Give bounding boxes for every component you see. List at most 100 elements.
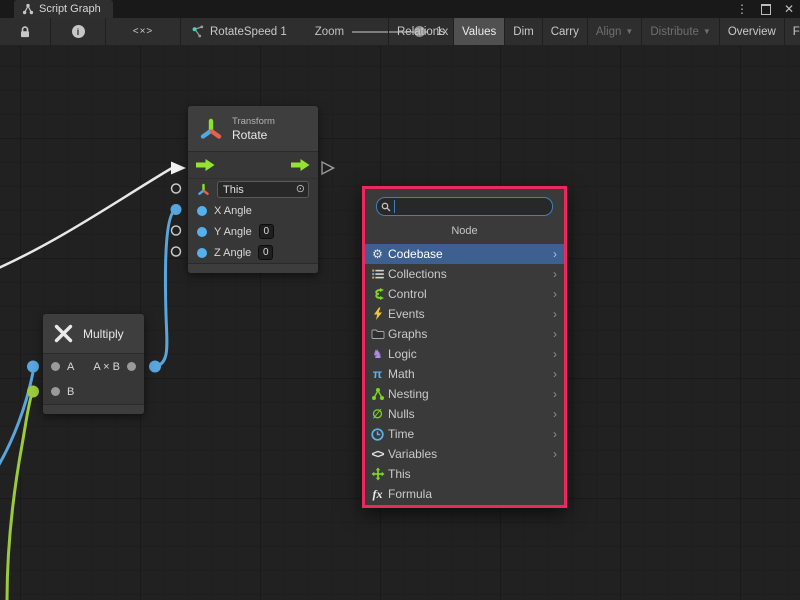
port-y-angle-ring[interactable] <box>172 226 181 235</box>
fuzzy-finder-popup: Node ⚙ Codebase › Collections › <box>362 186 567 508</box>
finder-item-collections[interactable]: Collections › <box>365 264 564 284</box>
info-icon: i <box>72 25 85 38</box>
node-header: Transform Rotate <box>188 106 318 152</box>
finder-item-this[interactable]: This <box>365 464 564 484</box>
node-header: Multiply <box>43 314 144 354</box>
info-button[interactable]: i <box>51 18 105 45</box>
z-angle-label: Z Angle <box>214 247 251 259</box>
dim-button[interactable]: Dim <box>505 18 541 45</box>
finder-item-control[interactable]: Control › <box>365 284 564 304</box>
flow-in-arrow-icon[interactable] <box>196 159 215 171</box>
finder-item-formula[interactable]: fx Formula <box>365 484 564 504</box>
port-z-angle-ring[interactable] <box>172 247 181 256</box>
this-object-field[interactable]: This ⊙ <box>217 181 309 198</box>
x-angle-port-icon[interactable] <box>197 206 207 216</box>
maximize-icon[interactable] <box>761 4 771 15</box>
window-controls: ⋮ ✕ <box>736 0 794 18</box>
code-icon: <×> <box>133 26 154 37</box>
input-a-port-icon[interactable] <box>51 362 60 371</box>
kebab-menu-icon[interactable]: ⋮ <box>736 3 748 15</box>
lock-icon <box>18 25 32 39</box>
move-arrows-icon <box>369 467 386 481</box>
search-input[interactable] <box>395 199 552 214</box>
finder-item-time[interactable]: Time › <box>365 424 564 444</box>
y-angle-value-field[interactable]: 0 <box>259 224 274 239</box>
chevron-right-icon: › <box>549 247 561 261</box>
object-picker-icon[interactable]: ⊙ <box>296 184 305 195</box>
finder-item-codebase[interactable]: ⚙ Codebase › <box>365 244 564 264</box>
flow-out-arrow-icon[interactable] <box>291 159 310 171</box>
gear-icon: ⚙ <box>369 247 386 261</box>
fullscreen-button[interactable]: Full Screen <box>785 18 800 45</box>
value-wire-into-a <box>0 372 33 473</box>
chevron-right-icon: › <box>549 287 561 301</box>
y-angle-port-icon[interactable] <box>197 227 207 237</box>
relations-button[interactable]: Relations <box>389 18 453 45</box>
node-multiply[interactable]: Multiply A A × B B <box>43 314 144 414</box>
node-footer <box>188 263 318 273</box>
flow-wire-arrowhead <box>171 162 186 175</box>
tab-strip: Script Graph ⋮ ✕ <box>0 0 800 18</box>
value-wire-multiply-to-xangle <box>155 210 175 367</box>
z-angle-value-field[interactable]: 0 <box>258 245 273 260</box>
branch-icon <box>369 287 386 301</box>
input-a-label: A <box>67 361 74 373</box>
port-row-b: B <box>43 379 144 404</box>
output-label: A × B <box>93 361 120 373</box>
fx-icon: fx <box>369 487 386 502</box>
null-icon: ∅ <box>369 407 386 421</box>
edit-code-button[interactable]: <×> <box>106 18 180 45</box>
wire-endpoint <box>149 361 161 373</box>
script-machine-icon <box>191 25 204 38</box>
graph-icon <box>22 3 34 15</box>
input-b-label: B <box>67 386 74 398</box>
chevron-down-icon: ▼ <box>625 27 633 36</box>
node-category: Transform <box>232 116 275 128</box>
graph-breadcrumb[interactable]: RotateSpeed 1 <box>191 18 287 45</box>
overview-button[interactable]: Overview <box>720 18 784 45</box>
close-icon[interactable]: ✕ <box>784 3 794 15</box>
chevron-right-icon: › <box>549 347 561 361</box>
finder-item-nulls[interactable]: ∅ Nulls › <box>365 404 564 424</box>
tab-title: Script Graph <box>39 3 101 15</box>
finder-item-math[interactable]: π Math › <box>365 364 564 384</box>
node-footer <box>43 404 144 414</box>
node-title: Rotate <box>232 128 275 142</box>
finder-item-graphs[interactable]: Graphs › <box>365 324 564 344</box>
tab-script-graph[interactable]: Script Graph <box>14 0 113 18</box>
port-x-angle-connected[interactable] <box>171 204 182 215</box>
finder-item-logic[interactable]: ♞ Logic › <box>365 344 564 364</box>
chevron-right-icon: › <box>549 307 561 321</box>
port-this-ring[interactable] <box>172 184 181 193</box>
value-wire-into-b <box>7 394 32 600</box>
chevron-right-icon: › <box>549 267 561 281</box>
unity-visual-scripting-window: Script Graph ⋮ ✕ i <×> <box>0 0 800 600</box>
wire-endpoint <box>27 361 39 373</box>
carry-button[interactable]: Carry <box>543 18 587 45</box>
this-field-value: This <box>223 184 296 196</box>
chevron-right-icon: › <box>549 447 561 461</box>
lightning-icon <box>369 307 386 321</box>
chevron-right-icon: › <box>549 407 561 421</box>
chevron-right-icon: › <box>549 427 561 441</box>
finder-item-variables[interactable]: <> Variables › <box>365 444 564 464</box>
node-transform-rotate[interactable]: Transform Rotate This <box>188 106 318 273</box>
finder-item-nesting[interactable]: Nesting › <box>365 384 564 404</box>
values-button[interactable]: Values <box>454 18 504 45</box>
x-angle-label: X Angle <box>214 205 252 217</box>
folder-icon <box>369 327 386 341</box>
chevron-right-icon: › <box>549 387 561 401</box>
chevron-down-icon: ▼ <box>703 27 711 36</box>
port-row-x-angle: X Angle <box>188 200 318 221</box>
flow-out-triangle[interactable] <box>322 162 334 174</box>
toolbar-separator <box>180 18 181 45</box>
output-port-icon[interactable] <box>127 362 136 371</box>
align-dropdown[interactable]: Align▼ <box>588 18 642 45</box>
finder-item-events[interactable]: Events › <box>365 304 564 324</box>
search-box[interactable] <box>376 197 553 216</box>
distribute-dropdown[interactable]: Distribute▼ <box>642 18 719 45</box>
lock-button[interactable] <box>0 18 50 45</box>
input-b-port-icon[interactable] <box>51 387 60 396</box>
port-row-a: A A × B <box>43 354 144 379</box>
z-angle-port-icon[interactable] <box>197 248 207 258</box>
